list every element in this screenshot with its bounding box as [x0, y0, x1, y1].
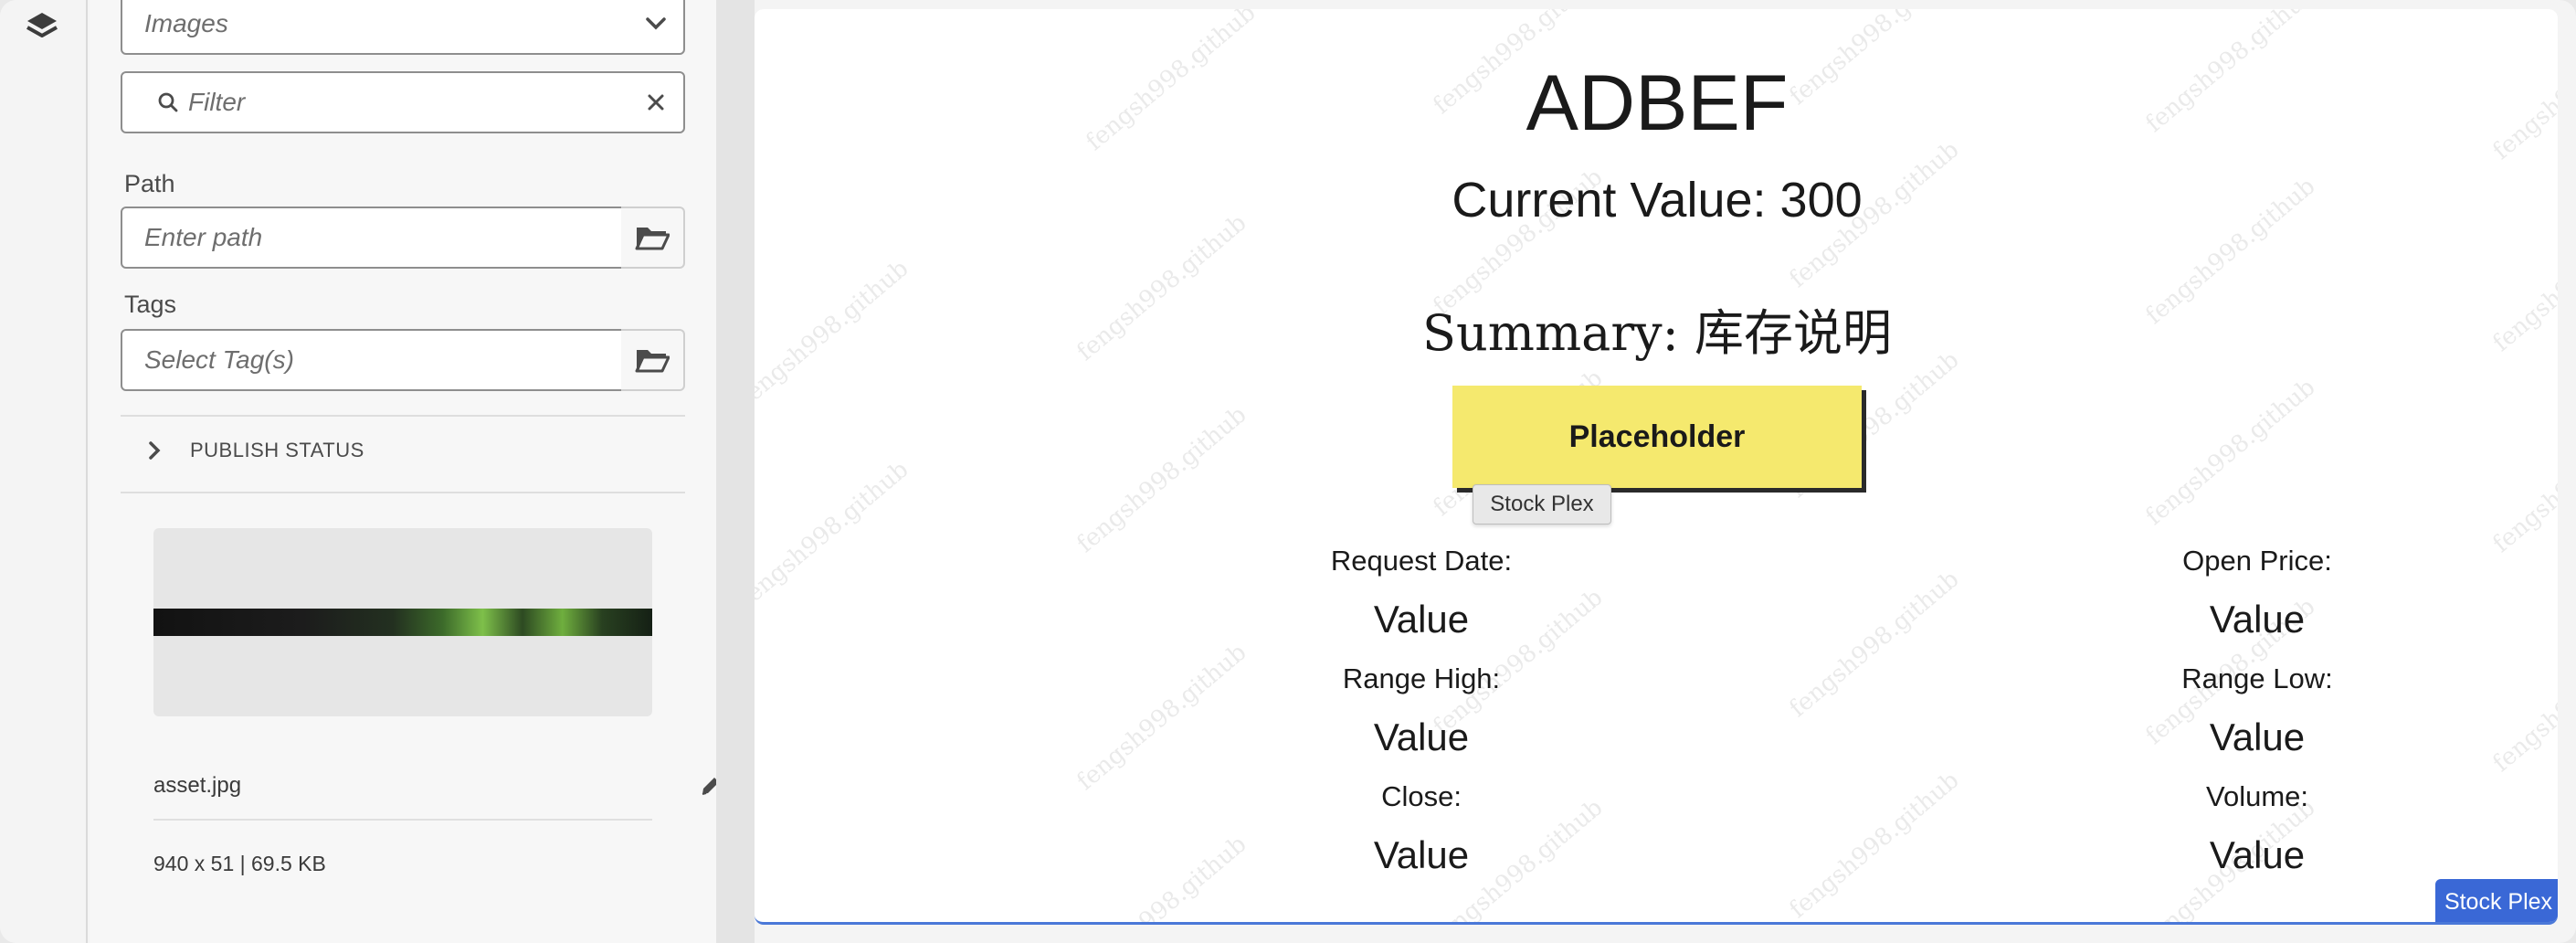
asset-meta: 940 x 51 | 69.5 KB: [153, 852, 326, 875]
folder-icon: [635, 228, 670, 250]
field-open-price: Open Price: Value: [2075, 545, 2440, 641]
watermark-text: fengsh998.github: [1072, 638, 1252, 797]
tags-placeholder: Select Tag(s): [144, 345, 294, 374]
page-canvas[interactable]: fengsh998.github fengsh998.github fengsh99…: [755, 9, 2558, 925]
asset-type-value: Images: [144, 9, 228, 37]
current-value: Current Value: 300: [1452, 173, 1863, 228]
asset-image: [153, 609, 652, 636]
asset-thumbnail[interactable]: [153, 528, 652, 716]
close-icon[interactable]: [628, 93, 683, 111]
watermark-text: fengsh998.github: [1784, 766, 1965, 925]
watermark-text: fengsh998.github: [2140, 172, 2321, 331]
component-badge[interactable]: Stock Plex: [2435, 879, 2558, 922]
summary-text: Summary: 库存说明: [1421, 304, 1893, 362]
watermark-text: fengsh998.github: [2487, 400, 2558, 559]
field-label: Volume:: [2205, 780, 2308, 812]
placeholder-button[interactable]: Placeholder: [1452, 386, 1862, 488]
field-value: Value: [1373, 833, 1470, 876]
watermark-text: fengsh998.github: [2140, 9, 2321, 139]
field-close: Close: Value: [1239, 780, 1604, 877]
watermark-text: fengsh998.github: [1072, 830, 1252, 925]
field-value: Value: [2209, 598, 2306, 641]
folder-icon: [635, 350, 670, 373]
component-tooltip: Stock Plex: [1473, 484, 1611, 524]
tags-label: Tags: [124, 291, 177, 318]
divider: [153, 819, 652, 821]
divider: [121, 415, 685, 417]
asset-panel: Images Filter Path Enter path Tags Selec…: [90, 0, 719, 943]
filter-input[interactable]: Filter: [121, 71, 685, 133]
watermark-text: fengsh998.github: [2487, 620, 2558, 779]
page-title: ADBEF: [1526, 59, 1789, 147]
watermark-text: fengsh998.github: [1784, 565, 1965, 724]
field-value: Value: [2209, 833, 2306, 876]
asset-name: asset.jpg: [153, 773, 242, 798]
tags-input[interactable]: Select Tag(s): [121, 329, 623, 391]
asset-type-dropdown[interactable]: Images: [121, 0, 685, 55]
browse-path-button[interactable]: [621, 207, 685, 269]
field-label: Range High:: [1342, 662, 1501, 694]
watermark-text: fengsh998.github: [1072, 400, 1252, 559]
panel-gutter: [716, 0, 755, 943]
field-label: Range Low:: [2181, 662, 2333, 694]
browse-tags-button[interactable]: [621, 329, 685, 391]
field-range-low: Range Low: Value: [2075, 662, 2440, 759]
watermark-text: fengsh998.github: [2140, 373, 2321, 532]
watermark-text: fengsh998.github: [2487, 9, 2558, 166]
path-placeholder: Enter path: [144, 223, 263, 251]
path-input[interactable]: Enter path: [121, 207, 623, 269]
field-label: Request Date:: [1330, 545, 1513, 577]
field-value: Value: [1373, 715, 1470, 758]
field-range-high: Range High: Value: [1239, 662, 1604, 759]
watermark-text: fengsh998.github: [755, 455, 914, 614]
field-value: Value: [1373, 598, 1470, 641]
left-rail: [0, 0, 88, 943]
watermark-text: fengsh998.github: [2487, 199, 2558, 358]
filter-placeholder: Filter: [188, 88, 246, 116]
field-value: Value: [2209, 715, 2306, 758]
field-label: Open Price:: [2182, 545, 2332, 577]
divider: [121, 492, 685, 493]
watermark-text: fengsh998.github: [755, 254, 914, 413]
app-window: Images Filter Path Enter path Tags Selec…: [0, 0, 2576, 943]
publish-status-label: PUBLISH STATUS: [190, 439, 364, 461]
path-label: Path: [124, 170, 175, 197]
layers-icon[interactable]: [24, 9, 60, 49]
field-request-date: Request Date: Value: [1239, 545, 1604, 641]
chevron-right-icon: [148, 440, 166, 461]
field-volume: Volume: Value: [2075, 780, 2440, 877]
search-icon: [139, 91, 179, 113]
publish-status-toggle[interactable]: PUBLISH STATUS: [148, 439, 364, 462]
chevron-down-icon: [628, 16, 683, 31]
field-label: Close:: [1381, 780, 1462, 812]
